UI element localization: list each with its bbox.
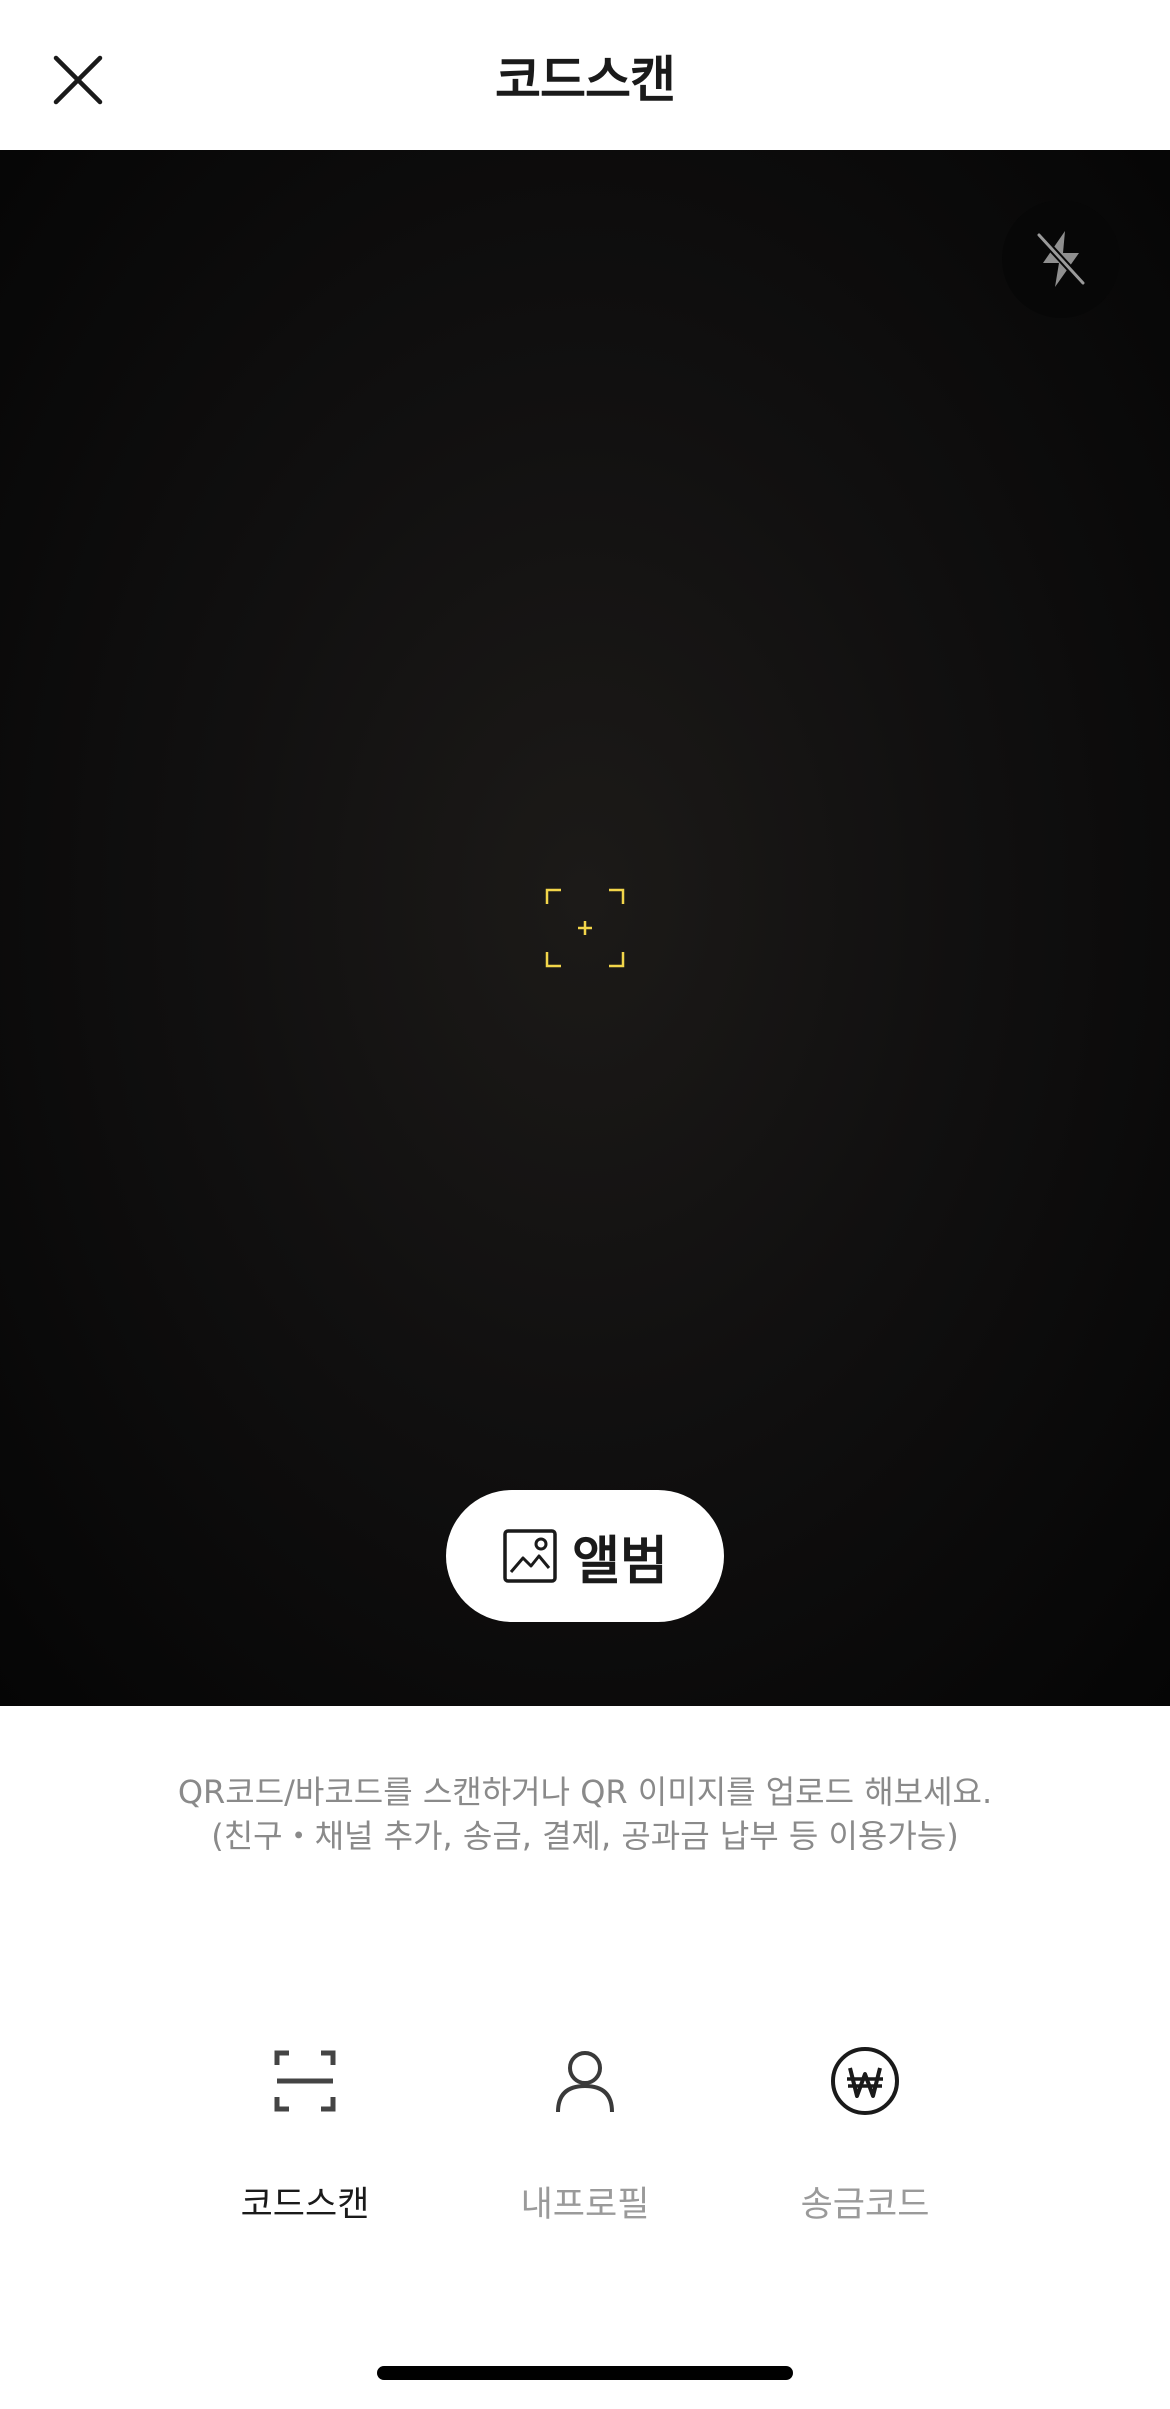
page-title: 코드스캔 xyxy=(495,51,676,109)
focus-reticle-icon xyxy=(545,888,625,968)
profile-icon xyxy=(550,2046,620,2116)
tab-my-profile[interactable]: 내프로필 xyxy=(455,2036,715,2236)
home-indicator xyxy=(377,2366,793,2380)
tab-code-scan-label: 코드스캔 xyxy=(240,2185,370,2225)
header-bar: 코드스캔 xyxy=(0,0,1170,150)
code-scan-icon xyxy=(270,2046,340,2116)
scan-description-line2: (친구・채널 추가, 송금, 결제, 공과금 납부 등 이용가능) xyxy=(211,1817,959,1855)
photo-album-icon xyxy=(503,1529,557,1583)
tab-remittance-code-label: 송금코드 xyxy=(800,2185,930,2225)
won-code-icon xyxy=(830,2046,900,2116)
close-icon xyxy=(53,55,103,105)
scan-description: QR코드/바코드를 스캔하거나 QR 이미지를 업로드 해보세요. (친구・채널… xyxy=(0,1770,1170,1858)
album-button-label: 앨범 xyxy=(572,1531,668,1592)
camera-viewfinder[interactable]: 앨범 xyxy=(0,150,1170,1706)
flash-toggle-button[interactable] xyxy=(1002,200,1120,318)
tab-my-profile-label: 내프로필 xyxy=(520,2185,650,2225)
tab-code-scan[interactable]: 코드스캔 xyxy=(175,2036,435,2236)
flash-off-icon xyxy=(1036,231,1086,287)
album-button[interactable]: 앨범 xyxy=(446,1490,724,1622)
bottom-panel: QR코드/바코드를 스캔하거나 QR 이미지를 업로드 해보세요. (친구・채널… xyxy=(0,1706,1170,2409)
close-button[interactable] xyxy=(48,50,108,110)
mode-tabs: 코드스캔 내프로필 송금코드 xyxy=(0,2036,1170,2236)
tab-remittance-code[interactable]: 송금코드 xyxy=(735,2036,995,2236)
scan-description-line1: QR코드/바코드를 스캔하거나 QR 이미지를 업로드 해보세요. xyxy=(177,1773,993,1811)
